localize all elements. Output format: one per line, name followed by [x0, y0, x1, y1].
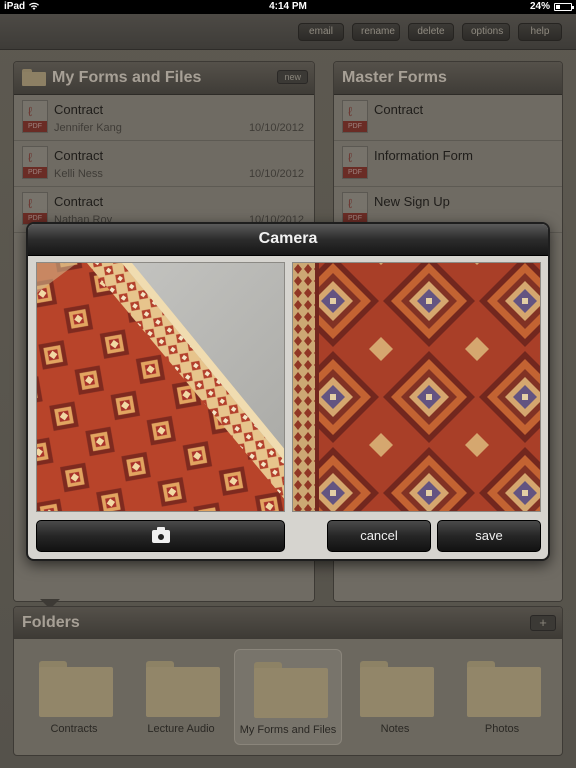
my-forms-header: My Forms and Files new — [14, 62, 314, 95]
pdf-icon: ℓ PDF — [22, 146, 48, 179]
item-owner: Jennifer Kang — [54, 122, 122, 134]
list-item[interactable]: ℓ PDF Contract Jennifer Kang 10/10/2012 — [14, 95, 314, 141]
battery-icon — [554, 3, 574, 11]
top-toolbar: email rename delete options help — [0, 14, 576, 50]
item-title: Contract — [54, 148, 104, 163]
delete-button[interactable]: delete — [408, 23, 454, 41]
cancel-button[interactable]: cancel — [327, 520, 431, 552]
folder-notes[interactable]: Notes — [341, 649, 449, 745]
folder-label: Notes — [380, 723, 410, 735]
item-title: New Sign Up — [374, 194, 450, 209]
list-item[interactable]: ℓ PDF Contract — [334, 95, 562, 141]
pdf-icon: ℓ PDF — [342, 100, 368, 133]
help-button[interactable]: help — [518, 23, 562, 41]
clock: 4:14 PM — [269, 1, 307, 12]
save-button[interactable]: save — [437, 520, 541, 552]
rename-button[interactable]: rename — [352, 23, 400, 41]
captured-photo — [292, 262, 541, 512]
master-forms-title: Master Forms — [342, 69, 447, 86]
folder-label: Lecture Audio — [147, 723, 215, 735]
folders-title: Folders — [22, 614, 80, 631]
item-title: Contract — [374, 102, 424, 117]
pdf-icon: ℓ PDF — [22, 192, 48, 225]
camera-modal: Camera cancel save — [26, 222, 550, 561]
folder-icon — [22, 69, 46, 86]
folder-label: Photos — [484, 723, 520, 735]
status-bar: iPad 4:14 PM 24% — [0, 0, 576, 14]
folder-photos[interactable]: Photos — [448, 649, 556, 745]
new-button[interactable]: new — [277, 70, 308, 84]
shutter-button[interactable] — [36, 520, 285, 552]
folders-header: Folders + — [14, 607, 562, 639]
folder-icon — [254, 662, 328, 718]
my-forms-title: My Forms and Files — [52, 69, 202, 86]
camera-title: Camera — [258, 230, 318, 247]
folder-icon — [360, 661, 434, 717]
camera-icon — [151, 527, 170, 543]
battery-percentage: 24% — [529, 1, 550, 12]
item-date: 10/10/2012 — [248, 122, 304, 134]
folder-icon — [39, 661, 113, 717]
folder-label: Contracts — [50, 723, 98, 735]
folder-icon — [146, 661, 220, 717]
folder-lecture-audio[interactable]: Lecture Audio — [127, 649, 235, 745]
camera-viewfinder — [36, 262, 285, 512]
folder-icon — [467, 661, 541, 717]
add-folder-button[interactable]: + — [530, 615, 556, 631]
folder-label: My Forms and Files — [239, 724, 337, 736]
options-button[interactable]: options — [462, 23, 510, 41]
folders-section: Folders + Contracts Lecture Audio My For… — [13, 606, 563, 756]
camera-header: Camera — [28, 224, 548, 256]
item-date: 10/10/2012 — [248, 168, 304, 180]
pdf-icon: ℓ PDF — [342, 192, 368, 225]
master-forms-header: Master Forms — [334, 62, 562, 95]
email-button[interactable]: email — [298, 23, 344, 41]
item-owner: Kelli Ness — [54, 168, 103, 180]
folder-my-forms-and-files[interactable]: My Forms and Files — [234, 649, 342, 745]
item-title: Contract — [54, 194, 104, 209]
list-item[interactable]: ℓ PDF Contract Kelli Ness 10/10/2012 — [14, 141, 314, 187]
folder-contracts[interactable]: Contracts — [20, 649, 128, 745]
pdf-icon: ℓ PDF — [22, 100, 48, 133]
item-title: Information Form — [374, 148, 473, 163]
pdf-icon: ℓ PDF — [342, 146, 368, 179]
list-item[interactable]: ℓ PDF Information Form — [334, 141, 562, 187]
item-title: Contract — [54, 102, 104, 117]
